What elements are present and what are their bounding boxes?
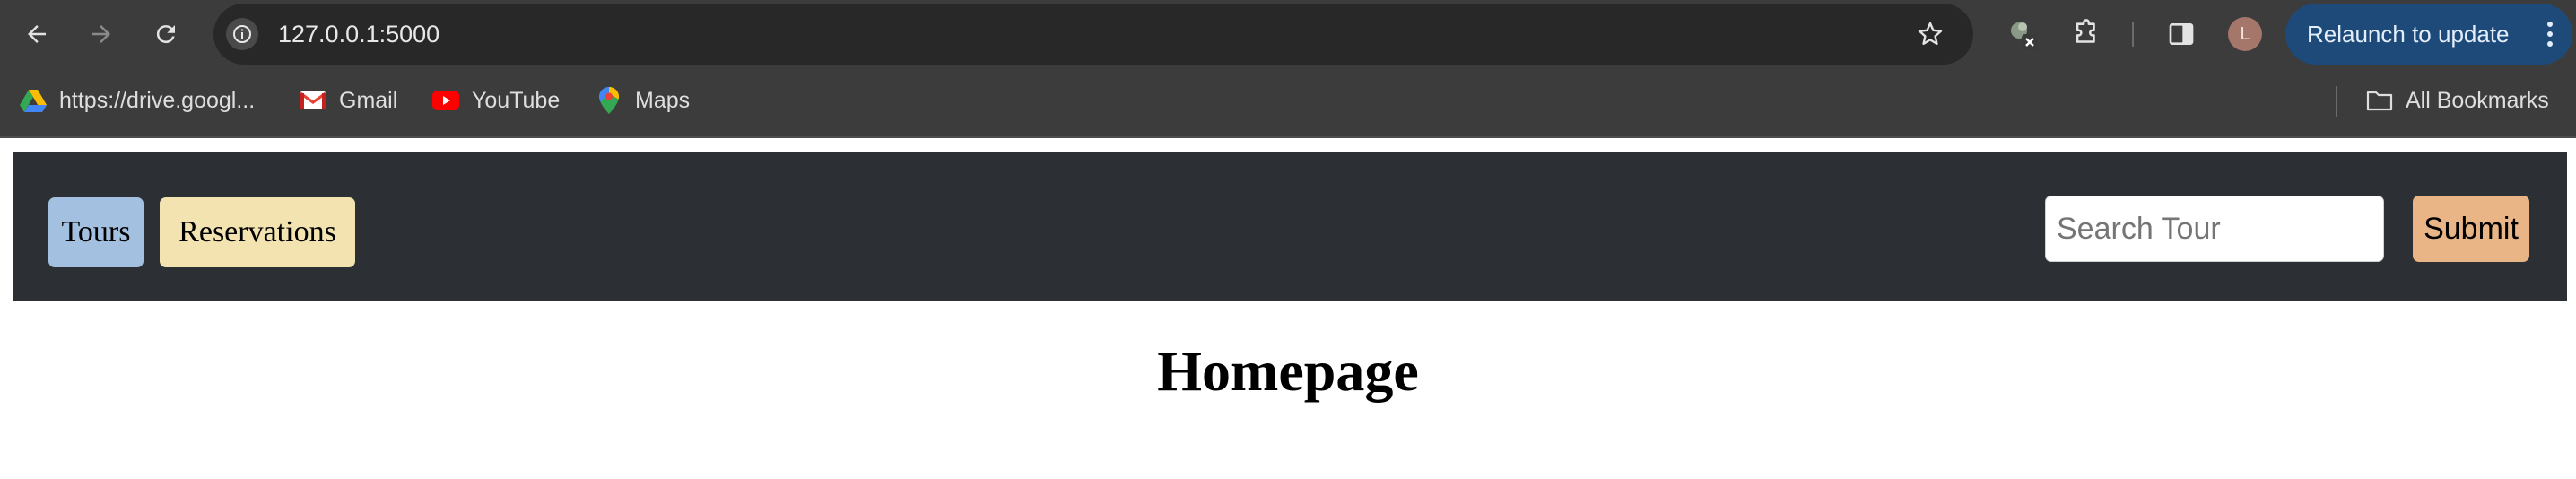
forward-button[interactable] <box>84 17 118 51</box>
profile-avatar[interactable]: L <box>2228 17 2262 51</box>
profile-initial: L <box>2240 23 2250 44</box>
relaunch-label: Relaunch to update <box>2307 20 2510 48</box>
bookmark-label: https://drive.googl... <box>59 87 256 113</box>
folder-icon <box>2366 87 2393 114</box>
site-info-button[interactable] <box>226 18 258 50</box>
bookmark-label: YouTube <box>472 87 561 113</box>
bookmarks-bar: https://drive.googl... Gmail YouTube Map… <box>0 68 2576 138</box>
extensions-button[interactable] <box>2068 16 2104 52</box>
toolbar-divider <box>2132 22 2134 47</box>
all-bookmarks-label: All Bookmarks <box>2406 87 2549 113</box>
site-navbar: Tours Reservations Submit <box>13 152 2567 301</box>
reload-button[interactable] <box>149 17 183 51</box>
search-tour-input[interactable] <box>2045 196 2384 262</box>
bookmark-google-drive[interactable]: https://drive.googl... <box>20 68 255 133</box>
extension-badge-button[interactable] <box>2006 16 2041 52</box>
reservations-button[interactable]: Reservations <box>160 197 355 267</box>
browser-toolbar: 127.0.0.1:5000 L Relaunch to update <box>0 0 2576 68</box>
page-title: Homepage <box>1157 339 1419 403</box>
address-bar[interactable]: 127.0.0.1:5000 <box>213 4 1973 65</box>
url-text[interactable]: 127.0.0.1:5000 <box>278 4 439 65</box>
bookmark-label: Maps <box>635 87 691 113</box>
bookmark-youtube[interactable]: YouTube <box>432 68 560 133</box>
gmail-icon <box>300 87 326 114</box>
page-content: Tours Reservations Submit Homepage <box>0 140 2576 479</box>
side-panel-button[interactable] <box>2163 16 2199 52</box>
puzzle-icon <box>2076 19 2095 43</box>
bookmarks-divider <box>2336 86 2337 117</box>
reload-icon <box>156 25 175 44</box>
google-maps-icon <box>596 87 622 114</box>
arrow-left-icon <box>28 25 46 43</box>
info-icon <box>233 25 251 43</box>
youtube-icon <box>432 87 459 114</box>
star-icon <box>1918 22 1943 45</box>
arrow-right-icon <box>92 25 110 43</box>
extension-x-icon <box>2011 22 2038 50</box>
side-panel-icon <box>2169 23 2194 45</box>
google-drive-icon <box>20 87 47 114</box>
submit-button[interactable]: Submit <box>2413 196 2529 262</box>
relaunch-to-update-button[interactable]: Relaunch to update <box>2285 4 2572 65</box>
bookmark-star-button[interactable] <box>1914 18 1946 50</box>
bookmark-gmail[interactable]: Gmail <box>300 68 397 133</box>
bookmark-maps[interactable]: Maps <box>596 68 690 133</box>
all-bookmarks-button[interactable]: All Bookmarks <box>2366 68 2549 133</box>
kebab-menu-icon[interactable] <box>2547 22 2553 47</box>
bookmark-label: Gmail <box>339 87 398 113</box>
tours-button[interactable]: Tours <box>48 197 144 267</box>
back-button[interactable] <box>20 17 54 51</box>
